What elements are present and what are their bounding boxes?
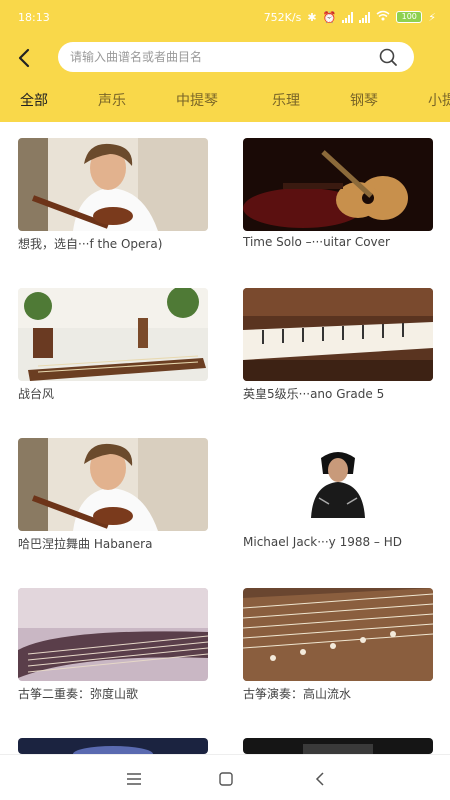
video-thumbnail — [243, 138, 433, 231]
violinist-thumbnail — [18, 138, 208, 231]
video-card[interactable]: 英皇5级乐···ano Grade 5 — [243, 288, 433, 408]
tab-piano[interactable]: 钢琴 — [350, 90, 378, 110]
video-card[interactable]: 哈巴涅拉舞曲 Habanera — [18, 438, 208, 558]
tab-small-violin[interactable]: 小提 — [428, 90, 450, 110]
video-title: 英皇5级乐···ano Grade 5 — [243, 387, 385, 401]
video-thumbnail — [18, 588, 208, 681]
category-tabs: 全部 声乐 中提琴 乐理 钢琴 小提 — [0, 86, 450, 116]
system-nav-bar — [0, 754, 450, 800]
battery-icon: 100 — [396, 11, 423, 23]
video-thumbnail — [18, 438, 208, 531]
video-thumbnail — [18, 288, 208, 381]
violinist-thumbnail — [18, 438, 208, 531]
partial-thumbnail — [18, 738, 208, 754]
signal-icon-2 — [359, 11, 371, 23]
guzheng-wood-thumbnail — [243, 588, 433, 681]
video-title: 想我，选自···f the Opera) — [18, 237, 163, 251]
video-thumbnail — [18, 738, 208, 754]
video-card[interactable]: 古筝二重奏：弥度山歌 — [18, 588, 208, 708]
video-title: Michael Jack···y 1988 – HD — [243, 535, 403, 549]
wifi-icon — [376, 10, 390, 24]
status-bar: 18:13 752K/s ✱ ⏰ 100 ⚡ — [0, 0, 450, 36]
tab-viola[interactable]: 中提琴 — [176, 90, 218, 110]
singer-thumbnail — [243, 438, 433, 531]
video-card[interactable] — [243, 738, 433, 754]
charging-icon: ⚡ — [428, 10, 436, 24]
video-thumbnail — [243, 288, 433, 381]
tab-music-theory[interactable]: 乐理 — [272, 90, 300, 110]
video-thumbnail — [243, 738, 433, 754]
video-title: Time Solo –···uitar Cover — [243, 235, 390, 249]
header: 全部 声乐 中提琴 乐理 钢琴 小提 — [0, 36, 450, 122]
back-arrow-icon — [315, 772, 324, 786]
video-thumbnail — [18, 138, 208, 231]
home-icon — [219, 772, 233, 786]
system-back-button[interactable] — [308, 767, 332, 791]
partial-thumbnail — [243, 738, 433, 754]
video-grid: 想我，选自···f the Opera) Time Solo –···uitar… — [0, 122, 450, 754]
menu-icon — [127, 773, 141, 785]
video-card[interactable]: Michael Jack···y 1988 – HD — [243, 438, 433, 558]
video-card[interactable]: 想我，选自···f the Opera) — [18, 138, 208, 258]
video-thumbnail — [243, 588, 433, 681]
tab-vocal[interactable]: 声乐 — [98, 90, 126, 110]
video-title: 战台风 — [18, 387, 55, 401]
video-title: 哈巴涅拉舞曲 Habanera — [18, 537, 153, 551]
alarm-icon: ⏰ — [322, 10, 337, 24]
video-card[interactable]: 古筝演奏：高山流水 — [243, 588, 433, 708]
guzheng-purple-thumbnail — [18, 588, 208, 681]
video-title: 古筝演奏：高山流水 — [243, 687, 352, 701]
home-button[interactable] — [214, 767, 238, 791]
video-card[interactable] — [18, 738, 208, 754]
signal-icon — [342, 11, 354, 23]
search-icon[interactable] — [378, 47, 398, 67]
network-speed: 752K/s — [263, 10, 302, 24]
status-icons: 752K/s ✱ ⏰ 100 ⚡ — [264, 10, 436, 24]
guitar-thumbnail — [243, 138, 433, 231]
back-button[interactable] — [10, 44, 38, 72]
video-title: 古筝二重奏：弥度山歌 — [18, 687, 139, 701]
menu-button[interactable] — [122, 767, 146, 791]
search-input[interactable] — [70, 42, 370, 72]
bluetooth-icon: ✱ — [307, 10, 317, 24]
status-time: 18:13 — [18, 11, 50, 24]
video-card[interactable]: Time Solo –···uitar Cover — [243, 138, 433, 258]
search-box[interactable] — [58, 42, 414, 72]
piano-thumbnail — [243, 288, 433, 381]
tab-all[interactable]: 全部 — [20, 90, 48, 110]
guzheng-room-thumbnail — [18, 288, 208, 381]
video-thumbnail — [243, 438, 433, 531]
video-card[interactable]: 战台风 — [18, 288, 208, 408]
chevron-left-icon — [18, 48, 30, 68]
